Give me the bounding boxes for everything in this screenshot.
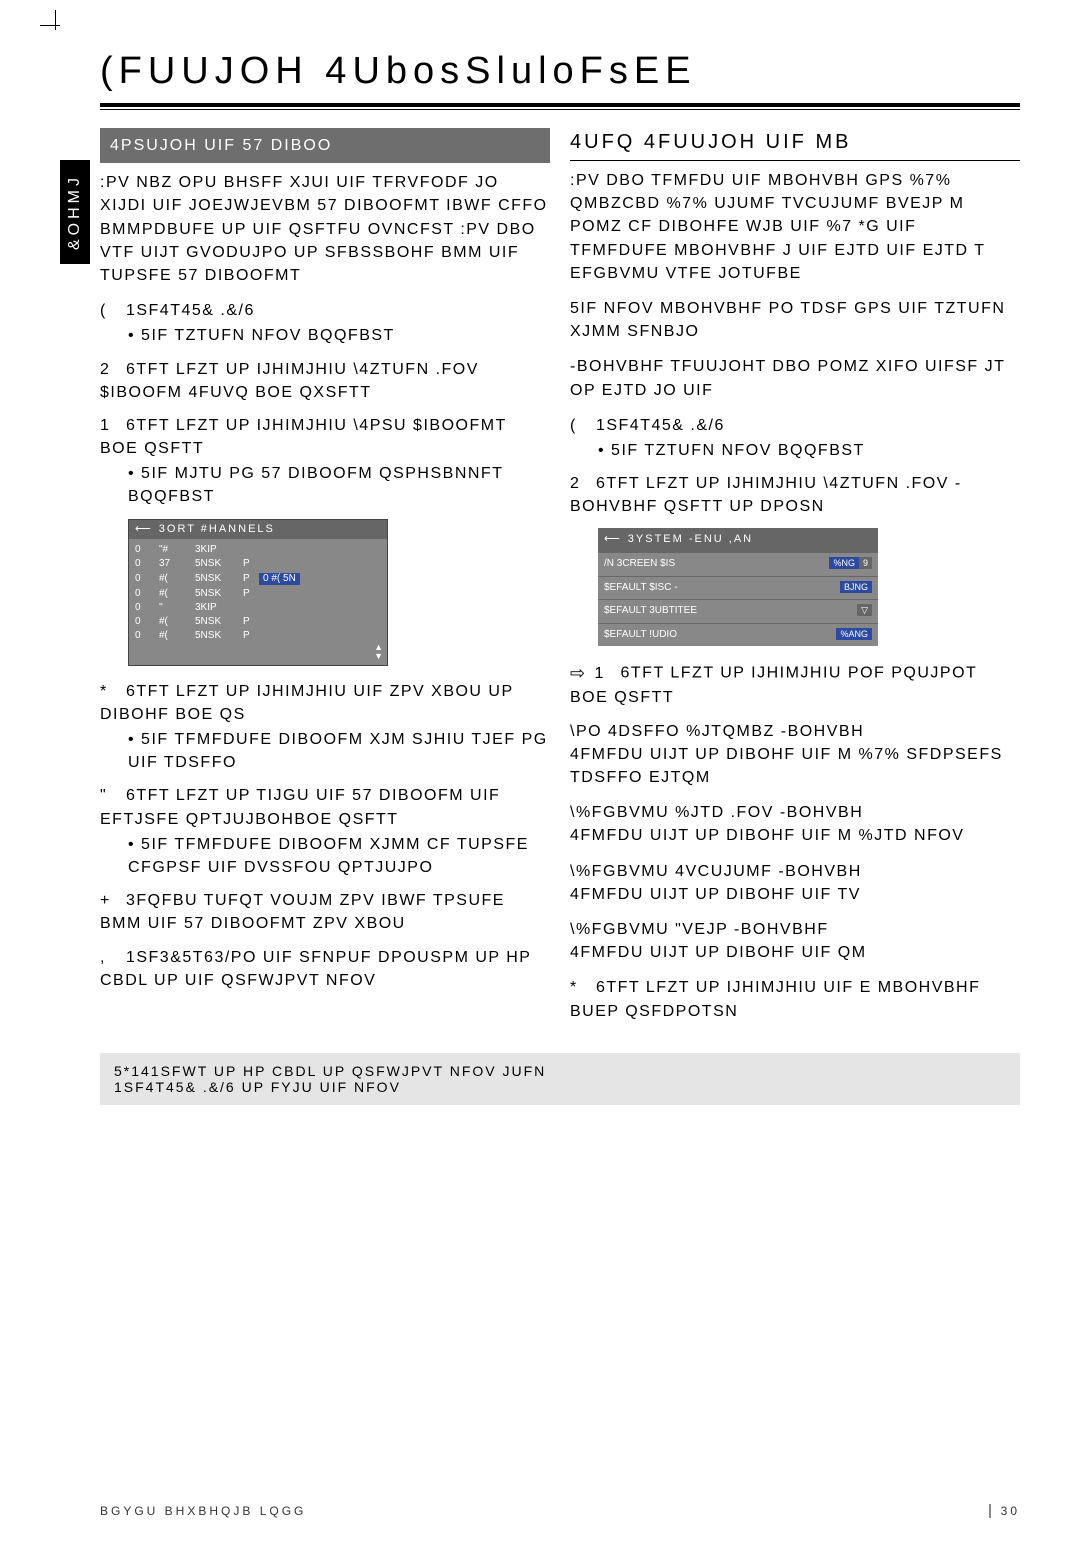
step-4: * 6TFT LFZT UP IJHIMJHIU UIF ZPV XBOU UP… bbox=[100, 680, 550, 775]
step-num: 2 bbox=[570, 472, 590, 495]
rule-thin bbox=[100, 109, 1020, 110]
rstep-3: ⇨ 1 6TFT LFZT UP IJHIMJHIU POF PQUJPOT B… bbox=[570, 660, 1020, 709]
opt-1: \PO 4DSFFO %JTQMBZ -BOHVBH 4FMFDU UIJT U… bbox=[570, 720, 1020, 790]
table-row: $EFAULT !UDIO%ANG bbox=[598, 623, 878, 647]
table-row: 0#(5NSKP bbox=[129, 615, 387, 629]
step-num: 1 bbox=[100, 414, 120, 437]
table-rows: 0"#3KIP0375NSKP0#(5NSKP0 #( 5N0#(5NSKP0'… bbox=[129, 539, 387, 665]
table-row: 0#(5NSKP0 #( 5N bbox=[129, 571, 387, 587]
step-1: ( 1SF4T45& .&/6 5IF TZTUFN NFOV BQQFBST bbox=[100, 299, 550, 347]
step-text: 3FQFBU TUFQT VOUJM ZPV IBWF TPSUFE BMM U… bbox=[100, 892, 505, 932]
rstep-2: 2 6TFT LFZT UP IJHIMJHIU \4ZTUFN .FOV -B… bbox=[570, 472, 1020, 518]
step-5: " 6TFT LFZT UP TIJGU UIF 57 DIBOOFM UIF … bbox=[100, 784, 550, 879]
step-num: " bbox=[100, 784, 120, 807]
sort-channels-table: 3ORT #HANNELS 0"#3KIP0375NSKP0#(5NSKP0 #… bbox=[128, 519, 388, 666]
step-bullet: 5IF TZTUFN NFOV BQQFBST bbox=[128, 324, 550, 347]
rstep-4: * 6TFT LFZT UP IJHIMJHIU UIF E MBOHVBHF … bbox=[570, 976, 1020, 1022]
step-num: 1 bbox=[595, 662, 615, 685]
step-6: + 3FQFBU TUFQT VOUJM ZPV IBWF TPSUFE BMM… bbox=[100, 889, 550, 935]
left-column: 4PSUJOH UIF 57 DIBOO :PV NBZ OPU BHSFF X… bbox=[100, 128, 550, 1033]
step-bullet: 5IF TFMFDUFE DIBOOFM XJM SJHIU TJEF PG U… bbox=[128, 728, 550, 774]
rule-thick bbox=[100, 103, 1020, 107]
step-bullet: 5IF TZTUFN NFOV BQQFBST bbox=[598, 439, 1020, 462]
opt-body: 4FMFDU UIJT UP DIBOHF UIF QM bbox=[570, 944, 867, 961]
right-note1: 5IF NFOV MBOHVBHF PO TDSF GPS UIF TZTUFN… bbox=[570, 297, 1020, 343]
step-text: 6TFT LFZT UP IJHIMJHIU POF PQUJPOT BOE Q… bbox=[570, 665, 977, 707]
table-row: 0"#3KIP bbox=[129, 543, 387, 557]
tip-line-2: 1SF4T45& .&/6 UP FYJU UIF NFOV bbox=[114, 1079, 1006, 1095]
step-7: , 1SF3&5T63/PO UIF SFNPUF DPOUSPM UP HP … bbox=[100, 946, 550, 992]
opt-body: 4FMFDU UIJT UP DIBOHF UIF M %JTD NFOV bbox=[570, 827, 964, 844]
table-row: 0#(5NSKP bbox=[129, 629, 387, 643]
footer-left: BGYGU BHXBHQJB LQGG bbox=[100, 1504, 306, 1518]
tips-box: 5*141SFWT UP HP CBDL UP QSFWJPVT NFOV JU… bbox=[100, 1053, 1020, 1105]
step-text: 1SF4T45& .&/6 bbox=[596, 417, 725, 434]
table-title: 3YSTEM -ENU ,AN bbox=[598, 528, 878, 552]
left-intro: :PV NBZ OPU BHSFF XJUI UIF TFRVFODF JO X… bbox=[100, 171, 550, 287]
section-head-sort: 4PSUJOH UIF 57 DIBOO bbox=[100, 128, 550, 163]
rstep-1: ( 1SF4T45& .&/6 5IF TZTUFN NFOV BQQFBST bbox=[570, 414, 1020, 462]
right-note2: -BOHVBHF TFUUJOHT DBO POMZ XIFO UIFSF JT… bbox=[570, 355, 1020, 401]
opt-head: \%FGBVMU %JTD .FOV -BOHVBH bbox=[570, 804, 863, 821]
arrow-out-icon: ⇨ bbox=[570, 663, 587, 683]
step-2: 2 6TFT LFZT UP IJHIMJHIU \4ZTUFN .FOV $I… bbox=[100, 358, 550, 404]
table-row: /N 3CREEN $IS%NG9 bbox=[598, 552, 878, 576]
page-title: (FUUJOH 4UbosSluloFsEE bbox=[100, 50, 1020, 93]
step-num: + bbox=[100, 889, 120, 912]
step-head-lang: 4UFQ 4FUUJOH UIF MB bbox=[570, 128, 1020, 161]
opt-head: \%FGBVMU 4VCUJUMF -BOHVBH bbox=[570, 863, 862, 880]
step-text: 6TFT LFZT UP IJHIMJHIU UIF E MBOHVBHF BU… bbox=[570, 979, 980, 1019]
page-number: 30 bbox=[989, 1504, 1020, 1518]
opt-3: \%FGBVMU 4VCUJUMF -BOHVBH 4FMFDU UIJT UP… bbox=[570, 860, 1020, 906]
opt-2: \%FGBVMU %JTD .FOV -BOHVBH 4FMFDU UIJT U… bbox=[570, 801, 1020, 847]
step-3: 1 6TFT LFZT UP IJHIMJHIU \4PSU $IBOOFMT … bbox=[100, 414, 550, 509]
opt-head: \PO 4DSFFO %JTQMBZ -BOHVBH bbox=[570, 723, 864, 740]
step-text: 6TFT LFZT UP IJHIMJHIU \4ZTUFN .FOV $IBO… bbox=[100, 361, 479, 401]
step-num: ( bbox=[100, 299, 120, 322]
step-text: 6TFT LFZT UP IJHIMJHIU \4ZTUFN .FOV -BOH… bbox=[570, 475, 962, 515]
opt-head: \%FGBVMU "VEJP -BOHVBHF bbox=[570, 921, 829, 938]
table-row: $EFAULT $ISC -BJNG bbox=[598, 576, 878, 600]
table-row: 0''3KIP bbox=[129, 601, 387, 615]
opt-body: 4FMFDU UIJT UP DIBOHF UIF M %7% SFDPSEFS… bbox=[570, 746, 1003, 786]
step-text: 1SF3&5T63/PO UIF SFNPUF DPOUSPM UP HP CB… bbox=[100, 949, 531, 989]
table-row: 0375NSKP bbox=[129, 557, 387, 571]
opt-body: 4FMFDU UIJT UP DIBOHF UIF TV bbox=[570, 886, 861, 903]
step-num: * bbox=[100, 680, 120, 703]
right-intro: :PV DBO TFMFDU UIF MBOHVBH GPS %7% QMBZC… bbox=[570, 169, 1020, 285]
step-text: 6TFT LFZT UP IJHIMJHIU UIF ZPV XBOU UP D… bbox=[100, 683, 513, 723]
page-footer: BGYGU BHXBHQJB LQGG 30 bbox=[100, 1504, 1020, 1518]
table-row: 0#(5NSKP bbox=[129, 587, 387, 601]
step-text: 1SF4T45& .&/6 bbox=[126, 302, 255, 319]
table-rows: /N 3CREEN $IS%NG9$EFAULT $ISC -BJNG$EFAU… bbox=[598, 552, 878, 646]
step-num: * bbox=[570, 976, 590, 999]
table-row: $EFAULT 3UBTITEE▽ bbox=[598, 599, 878, 623]
step-num: , bbox=[100, 946, 120, 969]
step-text: 6TFT LFZT UP IJHIMJHIU \4PSU $IBOOFMT BO… bbox=[100, 417, 507, 457]
side-tab: &OHMJ bbox=[60, 160, 90, 264]
step-num: ( bbox=[570, 414, 590, 437]
step-text: 6TFT LFZT UP TIJGU UIF 57 DIBOOFM UIF EF… bbox=[100, 787, 500, 827]
opt-4: \%FGBVMU "VEJP -BOHVBHF 4FMFDU UIJT UP D… bbox=[570, 918, 1020, 964]
tip-line-1: 5*141SFWT UP HP CBDL UP QSFWJPVT NFOV JU… bbox=[114, 1063, 1006, 1079]
table-title: 3ORT #HANNELS bbox=[129, 520, 387, 539]
system-menu-table: 3YSTEM -ENU ,AN /N 3CREEN $IS%NG9$EFAULT… bbox=[598, 528, 878, 646]
right-column: 4UFQ 4FUUJOH UIF MB :PV DBO TFMFDU UIF M… bbox=[570, 128, 1020, 1033]
step-bullet: 5IF MJTU PG 57 DIBOOFM QSPHSBNNFT BQQFBS… bbox=[128, 462, 550, 508]
step-bullet: 5IF TFMFDUFE DIBOOFM XJMM CF TUPSFE CFGP… bbox=[128, 833, 550, 879]
step-num: 2 bbox=[100, 358, 120, 381]
